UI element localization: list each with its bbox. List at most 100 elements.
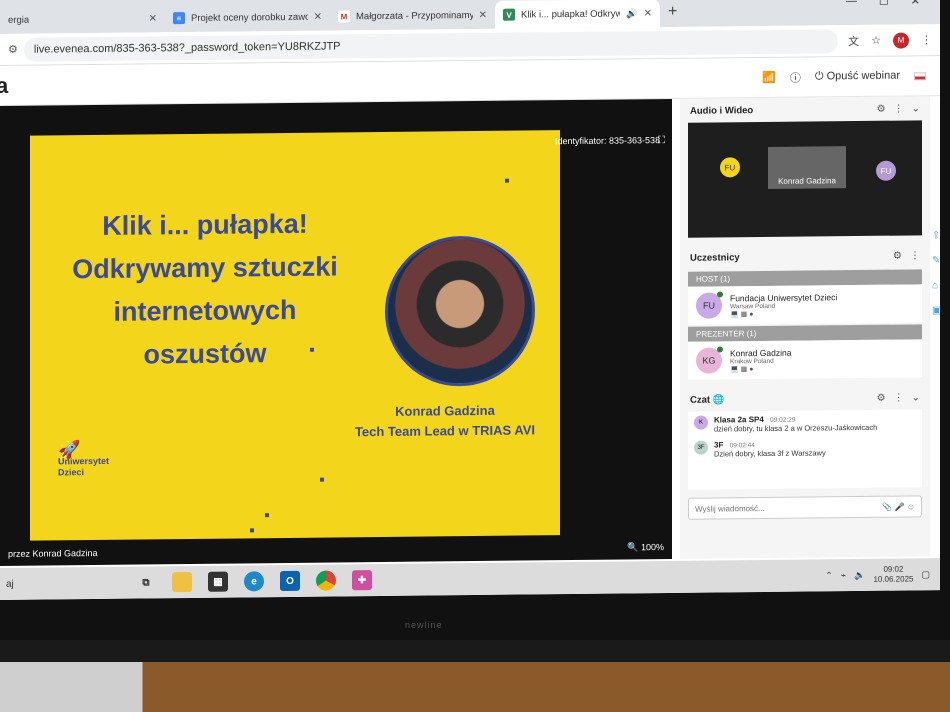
av-panel-header: Audio i Wideo ⚙ ⋮ ⌄ [680,96,930,123]
volume-icon[interactable]: 🔈 [854,569,865,580]
url-input[interactable]: live.evenea.com/835-363-538?_password_to… [23,28,839,62]
presentation-stage: Klik i... pułapka! Odkrywamy sztuczki in… [0,98,672,566]
network-icon[interactable]: ⌁ [841,570,846,581]
zoom-control[interactable]: 🔍 100% [627,542,664,553]
home-icon[interactable]: ⌂ [932,280,940,291]
close-tab-icon[interactable]: ✕ [314,11,322,22]
participants-panel-header: Uczestnicy ⚙ ⋮ [680,243,930,270]
browser-tab[interactable]: ergia ✕ [0,4,165,34]
participant-row[interactable]: FU Fundacja Uniwersytet Dzieci Warsaw Po… [688,284,922,325]
menu-kebab-icon[interactable]: ⋮ [921,33,932,46]
more-icon[interactable]: ⋮ [910,250,920,261]
system-tray: ⌃ ⌁ 🔈 09:02 10.06.2025 ▢ [825,564,940,585]
settings-icon[interactable]: ⚙ [877,392,886,403]
title-line: internetowych [113,294,297,327]
power-icon: ⏻ [814,70,824,83]
tab-label: Małgorzata - Przypominamy o [356,9,473,22]
clock-date: 10.06.2025 [873,574,914,584]
title-line: Odkrywamy sztuczki [72,251,338,285]
info-icon[interactable]: ⓘ [790,69,801,85]
address-actions: 文 ☆ M ⋮ [848,31,932,49]
video-tile-avatar[interactable]: FU [720,157,740,178]
star-icon[interactable]: ☆ [871,34,881,47]
notifications-icon[interactable]: ▢ [921,569,930,580]
close-tab-icon[interactable]: ✕ [149,13,157,24]
participant-info: Fundacja Uniwersytet Dzieci Warsaw Polan… [730,292,837,318]
chevron-down-icon[interactable]: ⌄ [912,103,920,114]
screen-icon[interactable]: ▣ [932,305,940,316]
title-line: oszustów [143,338,267,370]
share-icon[interactable]: ⇪ [932,230,940,241]
gmail-icon: M [338,10,350,23]
close-tab-icon[interactable]: ✕ [644,8,652,19]
decor-dot [320,477,324,482]
speaker-name: Konrad Gadzina [395,402,495,419]
header-actions: 📶 ⓘ ⏻ Opuść webinar [762,68,940,86]
browser-tab[interactable]: M Małgorzata - Przypominamy o ✕ [330,1,495,31]
close-window-icon[interactable]: ✕ [911,0,920,7]
clock-time: 09:02 [883,564,904,574]
more-icon[interactable]: ⋮ [894,392,904,403]
settings-icon[interactable]: ⚙ [877,103,886,114]
message-text: dzień dobry, tu klasa 2 a w Orzeszu-Jaśk… [714,422,878,434]
url-text: live.evenea.com/835-363-538?_password_to… [33,39,341,56]
participant-info: Konrad Gadzina Krakow Poland 💻 ▦ ● [730,347,791,373]
chrome-icon[interactable] [316,570,336,591]
edit-icon[interactable]: ✎ [932,255,940,266]
participant-row[interactable]: KG Konrad Gadzina Krakow Poland 💻 ▦ ● [688,339,922,380]
chat-placeholder: Wyślij wiadomość... [695,503,765,514]
decor-dot [310,347,314,352]
language-flag-icon[interactable] [914,71,926,80]
avatar: KG [696,346,723,374]
tab-label: Klik i... pułapka! Odkrywamy [521,8,621,21]
profile-avatar[interactable]: M [893,31,909,49]
task-view-icon[interactable]: ⧉ [136,572,156,592]
translate-icon[interactable]: 文 [848,33,859,49]
message-text: Dzień dobry, klasa 3f z Warszawy [714,448,826,459]
video-tile-avatar[interactable]: FU [876,160,896,181]
close-tab-icon[interactable]: ✕ [479,9,487,20]
attach-icon[interactable]: 📎 [882,502,892,511]
more-icon[interactable]: ⋮ [894,103,904,114]
outlook-icon[interactable]: O [280,570,300,592]
video-tile-speaker[interactable]: Konrad Gadzina [768,146,846,189]
taskbar-search-text: aj [6,578,14,590]
globe-icon[interactable]: 🌐 [713,394,725,405]
session-identifier: Identyfikator: 835-363-538 [555,135,661,147]
message-body: Klasa 2a SP4 09:02:29 dzień dobry, tu kl… [714,414,877,435]
microphone-icon[interactable]: 🎤 [895,502,905,511]
minimize-icon[interactable]: — [846,0,857,8]
monitor-bezel: ergia ✕ ≡ Projekt oceny dorobku zawodo ✕… [0,0,950,640]
video-tile-name: Konrad Gadzina [778,176,836,186]
video-grid: FU Konrad Gadzina FU [688,120,922,238]
panel-actions: ⚙ ⋮ ⌄ [877,103,920,114]
edge-icon[interactable]: e [244,571,264,592]
chat-message: 3F 3F 09:02:44 Dzień dobry, klasa 3f z W… [694,438,916,459]
file-explorer-icon[interactable] [172,571,192,593]
store-icon[interactable]: ▦ [208,571,228,592]
chat-messages[interactable]: K Klasa 2a SP4 09:02:29 dzień dobry, tu … [688,409,922,490]
app-icon[interactable]: ✚ [352,570,372,591]
avatar-initials: KG [702,355,716,366]
site-settings-icon[interactable]: ⚙ [8,43,18,56]
tab-label: ergia [8,14,30,26]
settings-icon[interactable]: ⚙ [893,250,902,261]
speaker-icon: 🔊 [626,7,638,18]
participant-name: Fundacja Uniwersytet Dzieci [730,291,838,303]
device-icons: 💻 ▦ ● [730,310,754,318]
clock[interactable]: 09:02 10.06.2025 [873,564,913,584]
chevron-down-icon[interactable]: ⌄ [912,392,920,403]
slide: Klik i... pułapka! Odkrywamy sztuczki in… [30,130,560,541]
avatar-initials: FU [703,300,715,311]
browser-tab[interactable]: ≡ Projekt oceny dorobku zawodo ✕ [165,3,330,33]
leave-webinar-button[interactable]: ⏻ Opuść webinar [815,70,900,84]
fullscreen-icon[interactable]: ⛶ [658,135,665,146]
chat-title: Czat [690,394,711,406]
chat-input[interactable]: Wyślij wiadomość... 📎 🎤 ☺ [688,495,922,520]
new-tab-button[interactable]: + [660,3,685,27]
chevron-up-icon[interactable]: ⌃ [825,570,833,581]
maximize-icon[interactable]: ☐ [879,0,889,8]
side-toolbar: ⇪ ✎ ⌂ ▣ [932,230,940,316]
emoji-icon[interactable]: ☺ [907,502,915,511]
browser-tab-active[interactable]: V Klik i... pułapka! Odkrywamy 🔊 ✕ [495,0,660,29]
